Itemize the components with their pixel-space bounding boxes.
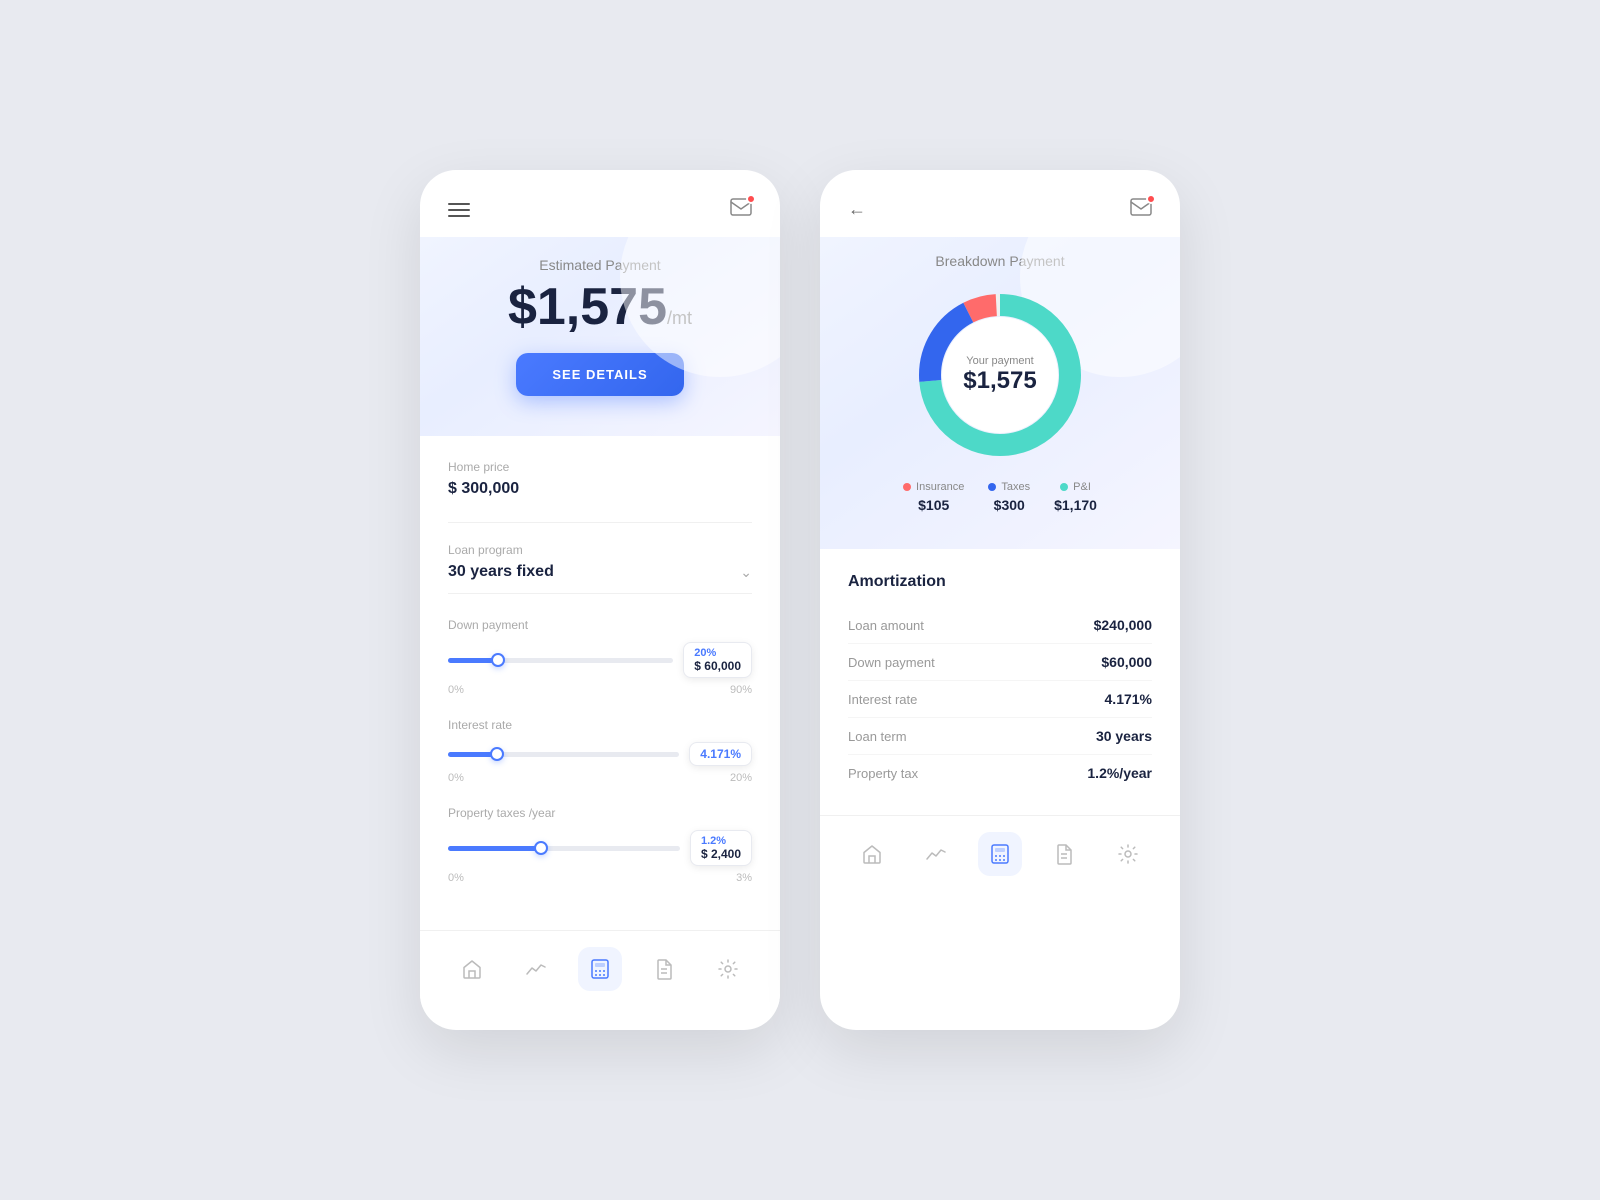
right-nav-document[interactable] xyxy=(1042,832,1086,876)
amort-down-payment: Down payment $60,000 xyxy=(848,644,1152,681)
chevron-down-icon: ⌄ xyxy=(740,564,752,581)
amort-property-tax: Property tax 1.2%/year xyxy=(848,755,1152,791)
interest-rate-track[interactable] xyxy=(448,752,679,757)
donut-center: Your payment $1,575 xyxy=(963,355,1036,395)
estimated-label: Estimated Payment xyxy=(448,257,752,273)
down-payment-range: 0% 90% xyxy=(448,684,752,696)
mail-button[interactable] xyxy=(730,198,752,221)
legend-row: Insurance $105 Taxes $300 P&I xyxy=(848,481,1152,513)
legend-pi: P&I $1,170 xyxy=(1054,481,1097,513)
insurance-label: Insurance xyxy=(916,481,964,493)
amort-interest-rate: Interest rate 4.171% xyxy=(848,681,1152,718)
insurance-amount: $105 xyxy=(918,497,949,513)
amort-loan-term: Loan term 30 years xyxy=(848,718,1152,755)
right-nav-calculator[interactable] xyxy=(978,832,1022,876)
donut-amount: $1,575 xyxy=(963,367,1036,395)
legend-insurance: Insurance $105 xyxy=(903,481,964,513)
payment-unit: /mt xyxy=(667,308,692,328)
app-container: Estimated Payment $1,575/mt SEE DETAILS … xyxy=(420,170,1180,1030)
home-price-group: Home price $ 300,000 xyxy=(448,460,752,498)
see-details-button[interactable]: SEE DETAILS xyxy=(516,353,683,396)
hamburger-icon[interactable] xyxy=(448,203,470,217)
interest-rate-range: 0% 20% xyxy=(448,772,752,784)
left-bottom-nav xyxy=(420,930,780,1007)
right-phone: ← Breakdown Payment xyxy=(820,170,1180,1030)
property-taxes-tooltip: 1.2% $ 2,400 xyxy=(690,830,752,866)
home-price-value: $ 300,000 xyxy=(448,480,752,498)
hero-section: Estimated Payment $1,575/mt SEE DETAILS xyxy=(420,237,780,436)
taxes-dot xyxy=(988,483,996,491)
down-payment-thumb[interactable] xyxy=(491,653,505,667)
right-hero: Breakdown Payment Your payment xyxy=(820,237,1180,549)
interest-rate-label: Interest rate xyxy=(448,718,752,732)
property-taxes-slider-group: Property taxes /year 1.2% $ 2,400 0% 3% xyxy=(448,806,752,884)
legend-taxes: Taxes $300 xyxy=(988,481,1030,513)
amortization-title: Amortization xyxy=(848,573,1152,591)
property-taxes-label: Property taxes /year xyxy=(448,806,752,820)
donut-label: Your payment xyxy=(963,355,1036,367)
interest-rate-tooltip: 4.171% xyxy=(689,742,752,766)
interest-rate-slider-row: 4.171% xyxy=(448,742,752,766)
right-mail-button[interactable] xyxy=(1130,198,1152,221)
pi-amount: $1,170 xyxy=(1054,497,1097,513)
nav-chart[interactable] xyxy=(514,947,558,991)
breakdown-title: Breakdown Payment xyxy=(848,253,1152,269)
right-nav-home[interactable] xyxy=(850,832,894,876)
down-payment-track[interactable] xyxy=(448,658,673,663)
loan-program-value: 30 years fixed xyxy=(448,563,554,581)
left-phone: Estimated Payment $1,575/mt SEE DETAILS … xyxy=(420,170,780,1030)
right-nav-chart[interactable] xyxy=(914,832,958,876)
loan-program-group: Loan program 30 years fixed ⌄ xyxy=(448,543,752,594)
taxes-label: Taxes xyxy=(1001,481,1030,493)
property-taxes-thumb[interactable] xyxy=(534,841,548,855)
interest-rate-thumb[interactable] xyxy=(490,747,504,761)
loan-program-dropdown[interactable]: 30 years fixed ⌄ xyxy=(448,563,752,594)
amortization-section: Amortization Loan amount $240,000 Down p… xyxy=(820,549,1180,815)
loan-program-label: Loan program xyxy=(448,543,752,557)
form-section: Home price $ 300,000 Loan program 30 yea… xyxy=(420,436,780,930)
taxes-amount: $300 xyxy=(994,497,1025,513)
back-button[interactable]: ← xyxy=(848,199,866,220)
right-nav-settings[interactable] xyxy=(1106,832,1150,876)
property-taxes-slider-row: 1.2% $ 2,400 xyxy=(448,830,752,866)
right-header: ← xyxy=(820,170,1180,237)
interest-rate-slider-group: Interest rate 4.171% 0% 20% xyxy=(448,718,752,784)
property-taxes-range: 0% 3% xyxy=(448,872,752,884)
nav-calculator[interactable] xyxy=(578,947,622,991)
amort-loan-amount: Loan amount $240,000 xyxy=(848,607,1152,644)
right-bottom-nav xyxy=(820,815,1180,892)
down-payment-label: Down payment xyxy=(448,618,752,632)
property-taxes-track[interactable] xyxy=(448,846,680,851)
left-header xyxy=(420,170,780,237)
pi-label: P&I xyxy=(1073,481,1091,493)
insurance-dot xyxy=(903,483,911,491)
pi-dot xyxy=(1060,483,1068,491)
right-mail-badge xyxy=(1146,194,1156,204)
down-payment-slider-group: Down payment 20% $ 60,000 0% 90% xyxy=(448,618,752,696)
property-taxes-fill xyxy=(448,846,541,851)
nav-document[interactable] xyxy=(642,947,686,991)
donut-chart: Your payment $1,575 xyxy=(910,285,1090,465)
home-price-label: Home price xyxy=(448,460,752,474)
amortization-rows: Loan amount $240,000 Down payment $60,00… xyxy=(848,607,1152,791)
nav-home[interactable] xyxy=(450,947,494,991)
divider-1 xyxy=(448,522,752,523)
down-payment-slider-row: 20% $ 60,000 xyxy=(448,642,752,678)
nav-settings[interactable] xyxy=(706,947,750,991)
mail-notification-badge xyxy=(746,194,756,204)
down-payment-tooltip: 20% $ 60,000 xyxy=(683,642,752,678)
payment-amount: $1,575/mt xyxy=(448,281,752,333)
